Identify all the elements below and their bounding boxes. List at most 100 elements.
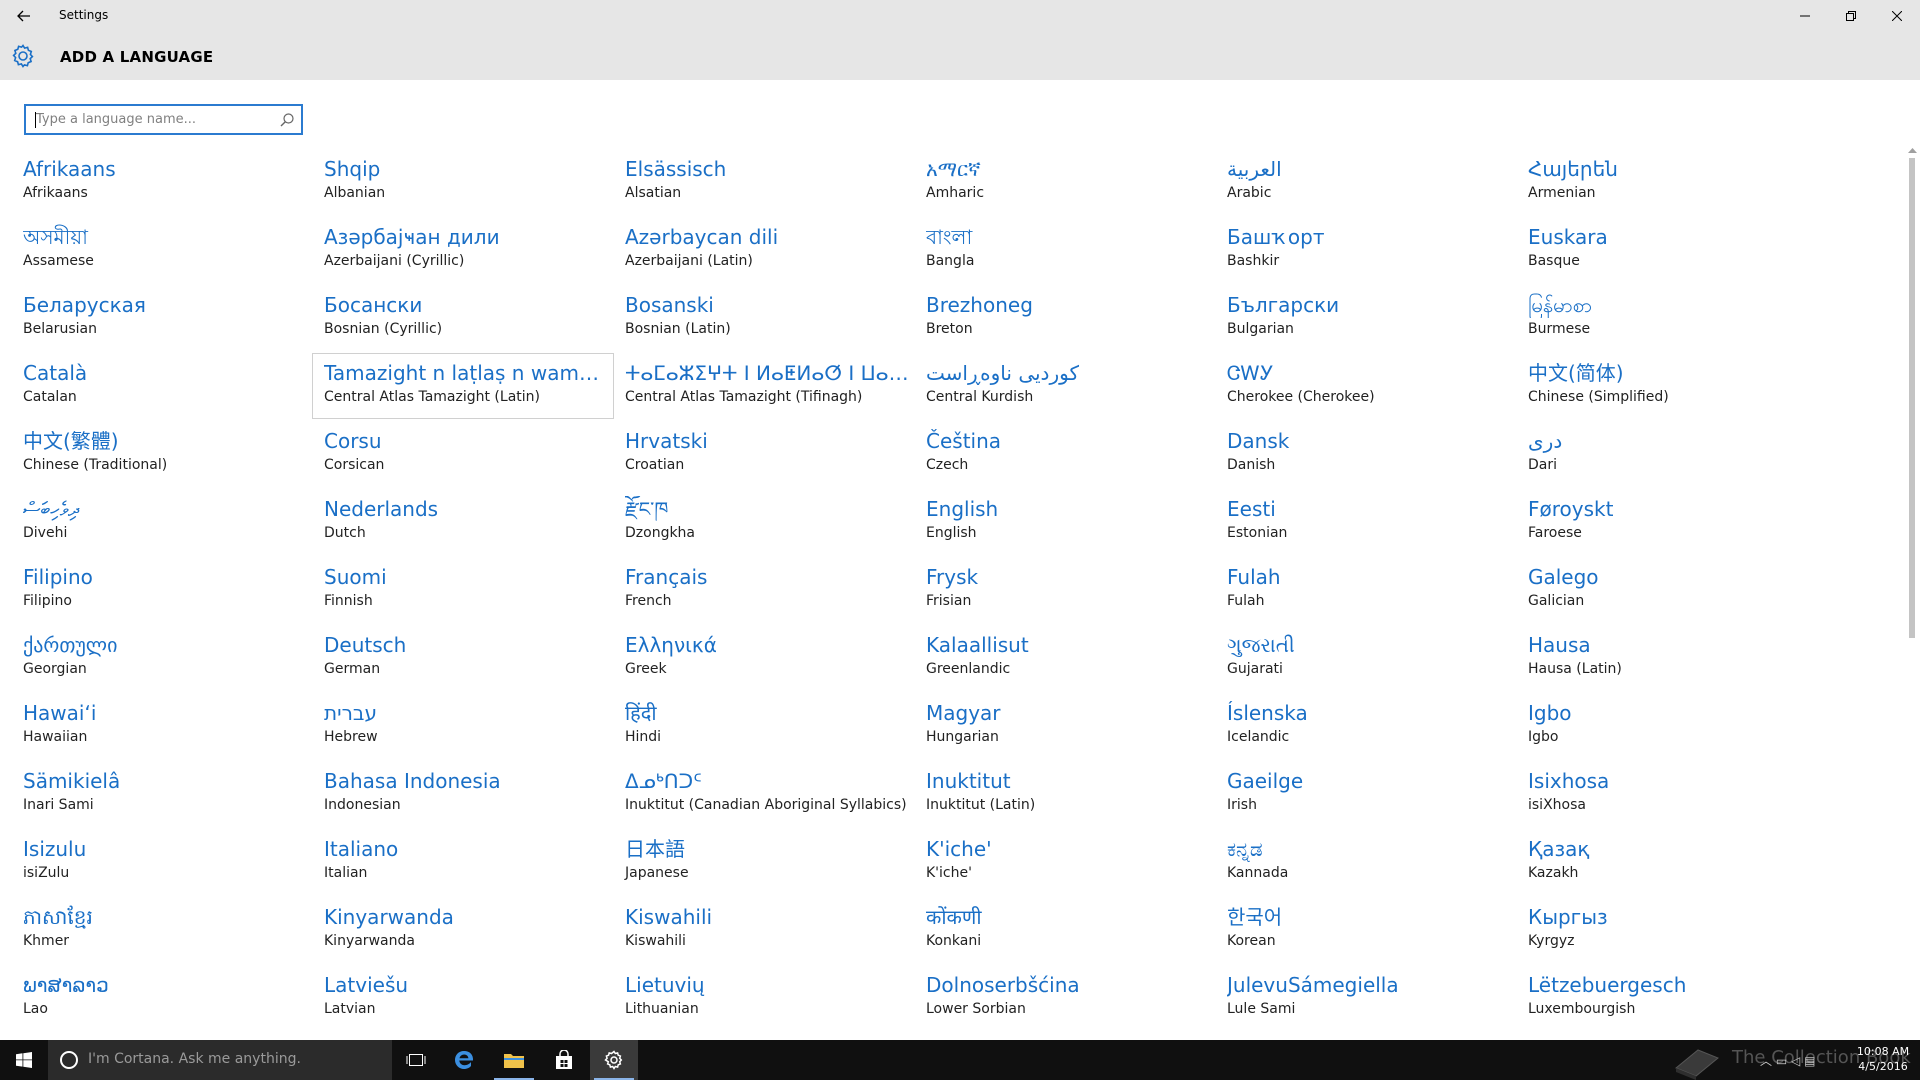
language-item-irish[interactable]: Gaeilge Irish [1227,762,1517,826]
language-item-breton[interactable]: Brezhoneg Breton [926,286,1216,350]
language-item-albanian[interactable]: Shqip Albanian [324,150,614,214]
language-item-inari-sami[interactable]: Sämikielâ Inari Sami [23,762,313,826]
language-item-kiswahili[interactable]: Kiswahili Kiswahili [625,898,915,962]
language-item-kyrgyz[interactable]: Кыргыз Kyrgyz [1528,898,1818,962]
language-item-igbo[interactable]: Igbo Igbo [1528,694,1818,758]
language-item-bulgarian[interactable]: Български Bulgarian [1227,286,1517,350]
language-item-dutch[interactable]: Nederlands Dutch [324,490,614,554]
language-item-chinese-simplified[interactable]: 中文(简体) Chinese (Simplified) [1528,354,1818,418]
scrollbar-thumb[interactable] [1909,158,1915,638]
language-item-basque[interactable]: Euskara Basque [1528,218,1818,282]
language-item-bosnian-latin[interactable]: Bosanski Bosnian (Latin) [625,286,915,350]
search-icon[interactable] [279,112,295,128]
language-item-hausa-latin[interactable]: Hausa Hausa (Latin) [1528,626,1818,690]
system-tray[interactable]: ︿ ▭ ◁ ▤ [1760,1052,1815,1069]
language-item-estonian[interactable]: Eesti Estonian [1227,490,1517,554]
language-item-italian[interactable]: Italiano Italian [324,830,614,894]
clock[interactable]: 10:08 AM 4/5/2016 [1856,1044,1910,1074]
language-item-corsican[interactable]: Corsu Corsican [324,422,614,486]
language-item-hindi[interactable]: हिंदी Hindi [625,694,915,758]
language-item-armenian[interactable]: Հայերեն Armenian [1528,150,1818,214]
language-item-dari[interactable]: دری Dari [1528,422,1818,486]
store-button[interactable] [540,1040,588,1080]
language-item-central-atlas-tamazight-latin[interactable]: Tamazight n laṭlaṣ n wamm... Central Atla… [312,353,614,419]
language-item-bosnian-cyrillic[interactable]: Босански Bosnian (Cyrillic) [324,286,614,350]
language-item-hungarian[interactable]: Magyar Hungarian [926,694,1216,758]
start-button[interactable] [0,1040,48,1080]
language-item-chinese-traditional[interactable]: 中文(繁體) Chinese (Traditional) [23,422,313,486]
language-item-kazakh[interactable]: Қазақ Kazakh [1528,830,1818,894]
volume-icon[interactable]: ◁ [1791,1054,1800,1068]
language-item-divehi[interactable]: ދިވެހިބަސް Divehi [23,490,313,554]
language-item-croatian[interactable]: Hrvatski Croatian [625,422,915,486]
language-item-lule-sami[interactable]: JulevuSámegiella Lule Sami [1227,966,1517,1030]
language-item-hebrew[interactable]: עברית Hebrew [324,694,614,758]
language-item-lao[interactable]: ພາສາລາວ Lao [23,966,313,1030]
scrollbar[interactable] [1905,146,1920,1040]
language-item-azerbaijani-latin[interactable]: Azərbaycan dili Azerbaijani (Latin) [625,218,915,282]
close-button[interactable] [1874,0,1920,32]
language-item-assamese[interactable]: অসমীয়া Assamese [23,218,313,282]
task-view-button[interactable] [392,1040,440,1080]
language-item-cherokee-cherokee[interactable]: ᏣᎳᎩ Cherokee (Cherokee) [1227,354,1517,418]
minimize-button[interactable] [1782,0,1828,32]
language-item-burmese[interactable]: မြန်မာစာ Burmese [1528,286,1818,350]
settings-taskbar-button[interactable] [590,1040,638,1080]
restore-button[interactable] [1828,0,1874,32]
language-item-japanese[interactable]: 日本語 Japanese [625,830,915,894]
language-item-catalan[interactable]: Català Catalan [23,354,313,418]
language-item-bashkir[interactable]: Башҡорт Bashkir [1227,218,1517,282]
language-search[interactable] [24,104,303,135]
language-item-finnish[interactable]: Suomi Finnish [324,558,614,622]
language-item-belarusian[interactable]: Беларуская Belarusian [23,286,313,350]
search-input[interactable] [36,109,266,130]
language-item-kinyarwanda[interactable]: Kinyarwanda Kinyarwanda [324,898,614,962]
language-item-inuktitut-latin[interactable]: Inuktitut Inuktitut (Latin) [926,762,1216,826]
language-item-filipino[interactable]: Filipino Filipino [23,558,313,622]
language-item-konkani[interactable]: कोंकणी Konkani [926,898,1216,962]
language-item-frisian[interactable]: Frysk Frisian [926,558,1216,622]
network-icon[interactable]: ▭ [1776,1054,1787,1068]
language-item-latvian[interactable]: Latviešu Latvian [324,966,614,1030]
language-item-icelandic[interactable]: Íslenska Icelandic [1227,694,1517,758]
language-item-isixhosa[interactable]: Isixhosa isiXhosa [1528,762,1818,826]
back-button[interactable] [8,4,40,28]
language-item-k-iche[interactable]: K'iche' K'iche' [926,830,1216,894]
language-item-khmer[interactable]: ភាសាខ្មែរ Khmer [23,898,313,962]
language-item-bangla[interactable]: বাংলা Bangla [926,218,1216,282]
scroll-up-icon[interactable] [1908,146,1917,156]
language-item-english[interactable]: English English [926,490,1216,554]
language-item-czech[interactable]: Čeština Czech [926,422,1216,486]
language-item-luxembourgish[interactable]: Lëtzebuergesch Luxembourgish [1528,966,1818,1030]
notification-icon[interactable]: ▤ [1804,1054,1815,1068]
language-item-azerbaijani-cyrillic[interactable]: Азәрбајҹан дили Azerbaijani (Cyrillic) [324,218,614,282]
language-item-german[interactable]: Deutsch German [324,626,614,690]
language-item-lithuanian[interactable]: Lietuvių Lithuanian [625,966,915,1030]
language-item-arabic[interactable]: العربية Arabic [1227,150,1517,214]
language-item-korean[interactable]: 한국어 Korean [1227,898,1517,962]
language-item-faroese[interactable]: Føroyskt Faroese [1528,490,1818,554]
language-item-hawaiian[interactable]: Hawaiʻi Hawaiian [23,694,313,758]
language-item-afrikaans[interactable]: Afrikaans Afrikaans [23,150,313,214]
language-item-gujarati[interactable]: ગુજરાતી Gujarati [1227,626,1517,690]
file-explorer-button[interactable] [490,1040,538,1080]
language-item-dzongkha[interactable]: རྫོང་ཁ Dzongkha [625,490,915,554]
language-item-greek[interactable]: Ελληνικά Greek [625,626,915,690]
language-item-central-kurdish[interactable]: کوردیی ناوەڕاست Central Kurdish [926,354,1216,418]
language-item-inuktitut-canadian-aboriginal-syllabics[interactable]: ᐃᓄᒃᑎᑐᑦ Inuktitut (Canadian Aboriginal Syl… [625,762,915,826]
language-item-isizulu[interactable]: Isizulu isiZulu [23,830,313,894]
language-item-french[interactable]: Français French [625,558,915,622]
language-item-lower-sorbian[interactable]: Dolnoserbšćina Lower Sorbian [926,966,1216,1030]
language-item-georgian[interactable]: ქართული Georgian [23,626,313,690]
language-item-central-atlas-tamazight-tifinagh[interactable]: ⵜⴰⵎⴰⵣⵉⵖⵜ ⵏ ⵍⴰⵟⵍⴰⵚ ⵏ ⵡⴰⵎⵎⴰⵙ Central Atlas … [625,354,915,418]
language-item-danish[interactable]: Dansk Danish [1227,422,1517,486]
language-item-alsatian[interactable]: Elsässisch Alsatian [625,150,915,214]
language-item-amharic[interactable]: አማርኛ Amharic [926,150,1216,214]
language-item-kannada[interactable]: ಕನ್ನಡ Kannada [1227,830,1517,894]
cortana-search-box[interactable]: I'm Cortana. Ask me anything. [48,1040,392,1080]
edge-browser-button[interactable] [440,1040,488,1080]
language-item-galician[interactable]: Galego Galician [1528,558,1818,622]
chevron-up-icon[interactable]: ︿ [1760,1054,1772,1068]
language-item-indonesian[interactable]: Bahasa Indonesia Indonesian [324,762,614,826]
language-item-fulah[interactable]: Fulah Fulah [1227,558,1517,622]
